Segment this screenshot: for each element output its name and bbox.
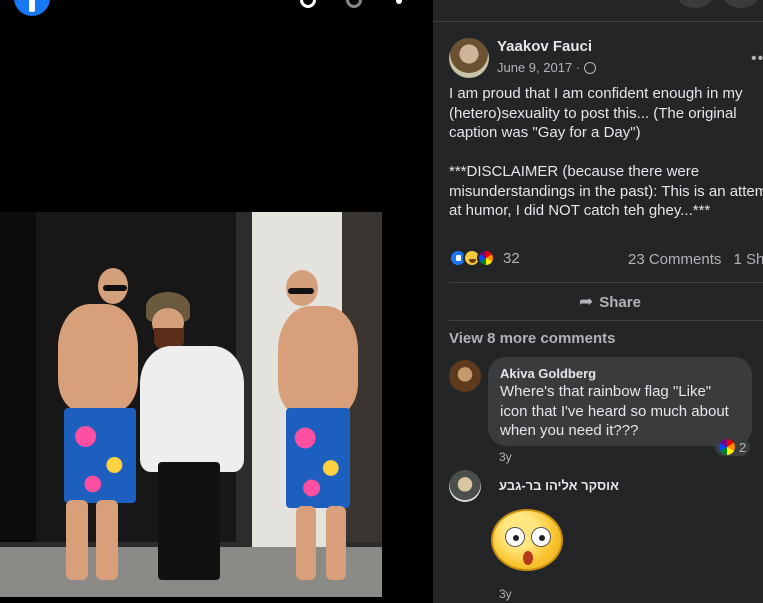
author-avatar[interactable] [449,38,489,78]
divider-top [449,282,763,283]
share-label: Share [599,293,641,311]
comment-avatar[interactable] [449,360,481,392]
post-author[interactable]: Yaakov Fauci [497,38,592,55]
share-arrow-icon: ➦ [579,292,594,311]
post-panel: Yaakov Fauci June 9, 2017 · ••• I am pro… [433,0,763,603]
comment-reaction-count: 2 [739,439,747,455]
photo-door-left [0,212,36,542]
comment-bubble: Akiva Goldberg Where's that rainbow flag… [488,357,752,446]
photo-sunglasses-right [288,288,314,294]
photo-torso-left [58,304,138,412]
shocked-face-sticker [491,509,563,571]
view-more-comments[interactable]: View 8 more comments [449,330,615,347]
photo-torso-right [278,306,358,416]
comment-time[interactable]: 3y [499,450,512,464]
photo-shorts-left [64,408,136,503]
photo-viewer [0,0,433,603]
post-meta: June 9, 2017 · [497,60,597,75]
search-icon[interactable] [300,0,316,8]
comment-text: Where's that rainbow flag "Like" icon th… [500,383,729,439]
caption-paragraph: I am proud that I am confident enough in… [449,85,747,141]
panel-top-bar [433,0,763,22]
photo-leg-right-a [296,506,316,580]
comment-author[interactable]: Akiva Goldberg [500,366,740,381]
photo-leg-left-a [66,500,88,580]
comments-count[interactable]: 23 Comments [628,251,721,268]
comment-author[interactable]: אוסקר אליהו בר-גבע [499,478,619,493]
pride-reaction-icon [719,439,735,455]
photo-pants [158,462,220,580]
sticker-mouth [523,551,533,565]
post-caption: I am proud that I am confident enough in… [449,84,763,221]
options-icon[interactable] [396,0,402,4]
comment-reactions[interactable]: 2 [715,438,751,456]
zoom-icon[interactable] [346,0,362,8]
caption-disclaimer: ***DISCLAIMER (because there were misund… [449,163,763,219]
notifications-button[interactable] [677,0,713,8]
facebook-logo-icon[interactable] [14,0,50,16]
photo-shirt [140,346,244,472]
more-options-icon[interactable]: ••• [751,50,763,68]
post-photo[interactable] [0,212,382,597]
share-button[interactable]: ➦ Share [579,292,641,312]
shares-count[interactable]: 1 Share [734,251,763,268]
photo-leg-left-b [96,500,118,580]
globe-icon [584,61,597,74]
post-date[interactable]: June 9, 2017 · [497,60,580,75]
comment-time[interactable]: 3y [499,587,512,601]
reaction-count: 32 [503,249,520,267]
pride-reaction-icon [477,249,495,267]
comment-avatar[interactable] [449,470,481,502]
sticker-eye-left [505,527,525,547]
account-button[interactable] [723,0,759,8]
reaction-summary[interactable]: 32 [449,249,520,267]
divider-bottom [449,320,763,321]
photo-sunglasses-left [103,285,127,291]
photo-shorts-right [286,408,350,508]
sticker-eye-right [531,527,551,547]
post-stats: 23 Comments 1 Share [628,251,763,268]
photo-leg-right-b [326,506,346,580]
